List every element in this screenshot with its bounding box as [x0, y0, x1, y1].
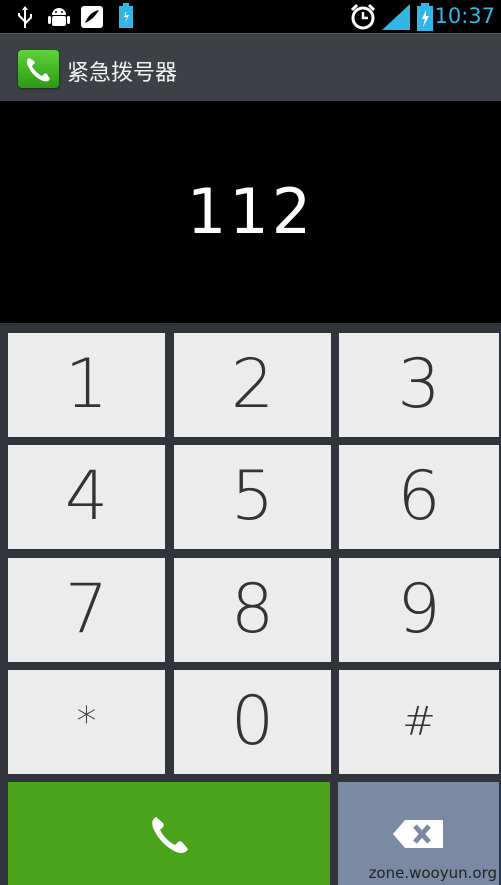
- android-debug-icon: [48, 8, 70, 26]
- key-hash[interactable]: #: [339, 670, 499, 774]
- app-phone-icon: [18, 50, 59, 88]
- status-time: 10:37: [434, 4, 495, 28]
- key-7[interactable]: 7: [8, 558, 165, 662]
- key-6[interactable]: 6: [339, 445, 499, 549]
- watermark: zone.wooyun.org: [368, 864, 497, 882]
- backspace-icon: [393, 820, 443, 848]
- key-9[interactable]: 9: [339, 558, 499, 662]
- alarm-icon: [350, 3, 376, 30]
- status-bar: 10:37: [0, 0, 501, 33]
- app-title: 紧急拨号器: [67, 61, 178, 86]
- dialed-number-display[interactable]: 112: [0, 101, 501, 323]
- key-0[interactable]: 0: [174, 670, 331, 774]
- signal-icon: [382, 4, 410, 30]
- key-3[interactable]: 3: [339, 333, 499, 437]
- key-1[interactable]: 1: [8, 333, 165, 437]
- key-8[interactable]: 8: [174, 558, 331, 662]
- dialed-number: 112: [186, 175, 315, 248]
- key-4[interactable]: 4: [8, 445, 165, 549]
- usb-icon: [18, 6, 32, 28]
- dial-keypad: 1 2 3 4 5 6 7 8 9 * 0 #: [0, 323, 501, 885]
- call-button[interactable]: [8, 782, 330, 885]
- key-2[interactable]: 2: [174, 333, 331, 437]
- key-star[interactable]: *: [8, 670, 165, 774]
- action-bar: 紧急拨号器: [0, 33, 501, 102]
- battery-icon: [417, 3, 433, 31]
- battery-small-icon: [119, 3, 133, 28]
- phone-icon: [152, 817, 188, 853]
- notification-icon: [81, 6, 103, 28]
- key-5[interactable]: 5: [174, 445, 331, 549]
